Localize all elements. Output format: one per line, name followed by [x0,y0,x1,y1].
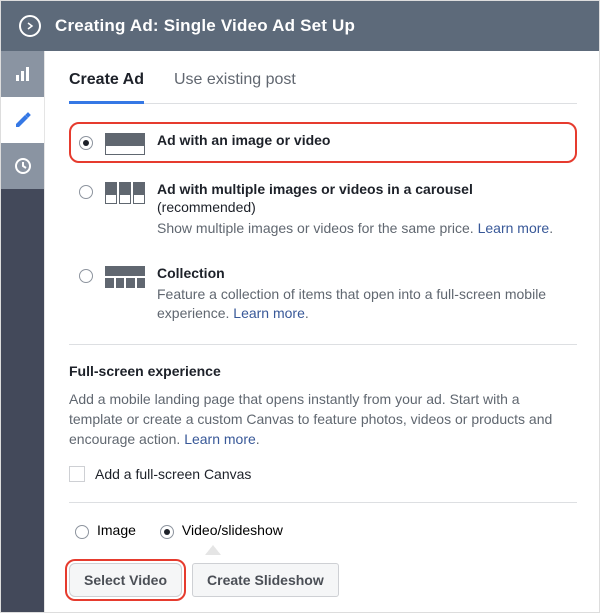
radio-collection[interactable] [79,269,93,283]
fullscreen-desc: Add a mobile landing page that opens ins… [69,389,577,450]
media-video-label: Video/slideshow [182,522,283,538]
clock-icon [14,157,32,175]
canvas-checkbox[interactable] [69,466,85,482]
bar-chart-icon [14,65,32,83]
format-carousel-desc: Show multiple images or videos for the s… [157,219,569,239]
format-carousel-sub: (recommended) [157,199,256,215]
carousel-learn-more-link[interactable]: Learn more [478,220,550,236]
radio-carousel[interactable] [79,185,93,199]
format-carousel[interactable]: Ad with multiple images or videos in a c… [69,171,577,247]
media-choice: Image Video/slideshow [75,521,577,539]
format-carousel-title: Ad with multiple images or videos in a c… [157,181,473,197]
thumb-single-icon [105,133,145,155]
thumb-collection-icon [105,266,145,288]
sidebar-item-edit[interactable] [1,97,44,143]
sidebar-filler [1,189,44,612]
pencil-icon [14,111,32,129]
tabs: Create Ad Use existing post [69,61,577,104]
expand-icon[interactable] [19,15,41,37]
tab-use-existing[interactable]: Use existing post [174,61,296,103]
sidebar-item-campaign[interactable] [1,51,44,97]
format-collection[interactable]: Collection Feature a collection of items… [69,255,577,332]
format-single[interactable]: Ad with an image or video [69,122,577,163]
fullscreen-learn-more-link[interactable]: Learn more [184,431,256,447]
sidebar-item-history[interactable] [1,143,44,189]
divider-2 [69,502,577,503]
media-image-label: Image [97,522,136,538]
fullscreen-title: Full-screen experience [69,363,577,379]
pointer-indicator [69,545,577,557]
create-slideshow-button[interactable]: Create Slideshow [192,563,339,597]
page-title: Creating Ad: Single Video Ad Set Up [55,16,355,36]
radio-image[interactable] [75,525,89,539]
media-video[interactable]: Video/slideshow [160,521,283,539]
select-video-button[interactable]: Select Video [69,563,182,597]
canvas-checkbox-row[interactable]: Add a full-screen Canvas [69,466,577,482]
collection-learn-more-link[interactable]: Learn more [233,305,305,321]
header-bar: Creating Ad: Single Video Ad Set Up [1,1,599,51]
format-single-title: Ad with an image or video [157,132,330,148]
radio-single[interactable] [79,136,93,150]
format-collection-title: Collection [157,265,225,281]
sidebar [1,51,45,612]
button-row: Select Video Create Slideshow [69,563,577,597]
radio-video[interactable] [160,525,174,539]
format-collection-desc: Feature a collection of items that open … [157,285,569,324]
main-panel: Create Ad Use existing post Ad with an i… [45,51,599,612]
divider [69,344,577,345]
media-image[interactable]: Image [75,521,136,539]
thumb-carousel-icon [105,182,145,204]
tab-create-ad[interactable]: Create Ad [69,61,144,104]
canvas-checkbox-label: Add a full-screen Canvas [95,466,251,482]
